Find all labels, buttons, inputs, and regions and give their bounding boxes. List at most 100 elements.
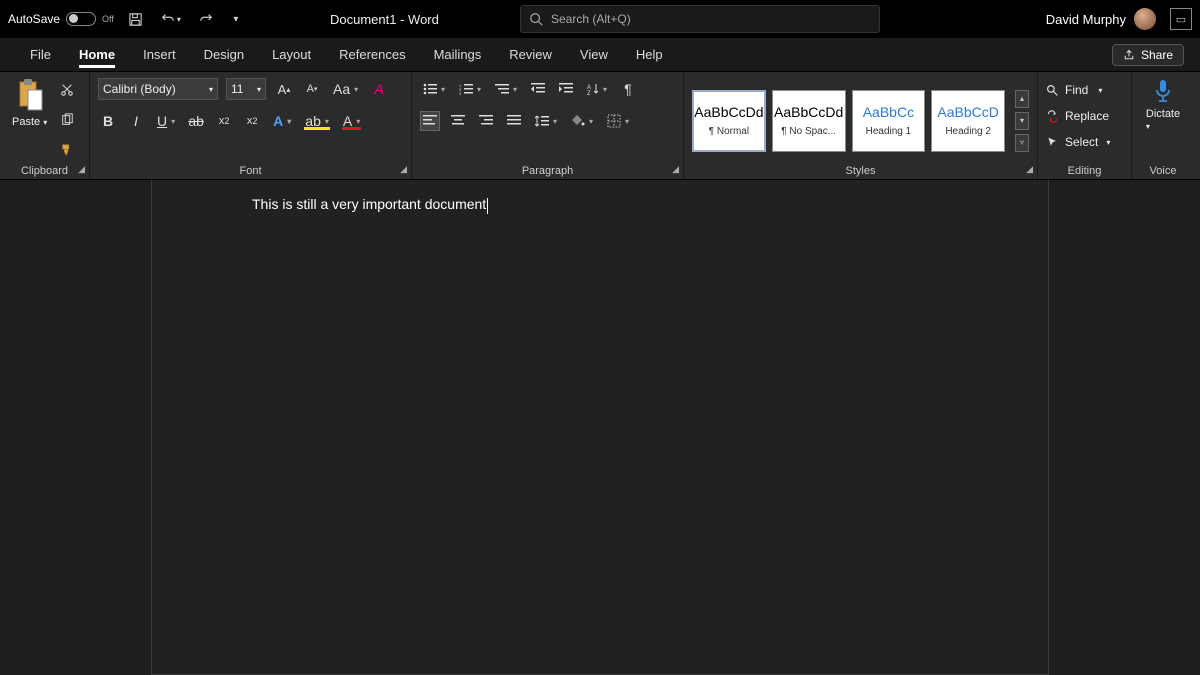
strikethrough-button[interactable]: ab — [186, 111, 206, 131]
ribbon: Paste ▾ Clipboard ◢ Calibri (Body)▾ 11▾ … — [0, 72, 1200, 180]
grow-font-button[interactable]: A▴ — [274, 79, 294, 99]
show-marks-button[interactable]: ¶ — [618, 79, 638, 99]
select-button[interactable]: Select▾ — [1046, 132, 1110, 152]
paste-button[interactable]: Paste ▾ — [8, 78, 51, 128]
tab-layout[interactable]: Layout — [258, 38, 325, 71]
borders-button[interactable] — [604, 111, 632, 131]
group-styles: AaBbCcDd ¶ Normal AaBbCcDd ¶ No Spac... … — [684, 72, 1038, 179]
font-launcher[interactable]: ◢ — [400, 164, 407, 175]
document-page[interactable]: This is still a very important document — [151, 180, 1049, 675]
autosave-state: Off — [102, 14, 114, 24]
customize-qat-button[interactable]: ▾ — [228, 11, 244, 27]
search-box[interactable]: Search (Alt+Q) — [520, 5, 880, 33]
underline-button[interactable]: U — [154, 111, 178, 131]
cut-button[interactable] — [57, 80, 77, 100]
justify-button[interactable] — [504, 111, 524, 131]
numbering-button[interactable]: 123 — [456, 79, 484, 99]
document-title: Document1 - Word — [330, 12, 439, 27]
increase-indent-button[interactable] — [556, 79, 576, 99]
group-voice: Dictate▾ Voice — [1132, 72, 1194, 179]
font-size-combo[interactable]: 11▾ — [226, 78, 266, 100]
tab-insert[interactable]: Insert — [129, 38, 190, 71]
subscript-button[interactable]: x2 — [214, 111, 234, 131]
italic-button[interactable]: I — [126, 111, 146, 131]
tab-file[interactable]: File — [16, 38, 65, 71]
sort-button[interactable]: AZ — [584, 79, 610, 99]
group-clipboard: Paste ▾ Clipboard ◢ — [0, 72, 90, 179]
tab-home[interactable]: Home — [65, 38, 129, 71]
paste-icon — [16, 78, 44, 112]
group-paragraph: 123 AZ ¶ Paragraph ◢ — [412, 72, 684, 179]
replace-button[interactable]: Replace — [1046, 106, 1110, 126]
autosave-label: AutoSave — [8, 12, 60, 26]
group-font: Calibri (Body)▾ 11▾ A▴ A▾ Aa A B I U ab … — [90, 72, 412, 179]
style-no-spacing[interactable]: AaBbCcDd ¶ No Spac... — [772, 90, 846, 152]
redo-button[interactable] — [198, 11, 214, 27]
document-area: This is still a very important document — [0, 180, 1200, 675]
tab-design[interactable]: Design — [190, 38, 258, 71]
bullets-button[interactable] — [420, 79, 448, 99]
format-painter-button[interactable] — [57, 140, 77, 160]
replace-icon — [1046, 110, 1059, 123]
group-editing: Find▾ Replace Select▾ Editing — [1038, 72, 1132, 179]
autosave-toggle[interactable]: AutoSave Off — [8, 12, 114, 26]
highlight-color-button[interactable]: ab — [302, 111, 332, 131]
svg-text:Z: Z — [587, 91, 591, 95]
ribbon-tabs: File Home Insert Design Layout Reference… — [0, 38, 1200, 72]
font-family-combo[interactable]: Calibri (Body)▾ — [98, 78, 218, 100]
group-label-paragraph: Paragraph — [420, 163, 675, 177]
styles-scroll-down[interactable]: ▾ — [1015, 112, 1029, 130]
share-icon — [1123, 49, 1135, 61]
styles-gallery-scroll: ▴ ▾ ▿ — [1015, 90, 1029, 152]
cursor-icon — [1046, 136, 1059, 149]
group-label-clipboard: Clipboard — [8, 163, 81, 177]
tab-help[interactable]: Help — [622, 38, 677, 71]
share-button[interactable]: Share — [1112, 44, 1184, 66]
dictate-button[interactable]: Dictate▾ — [1142, 78, 1184, 132]
find-button[interactable]: Find▾ — [1046, 80, 1110, 100]
tab-review[interactable]: Review — [495, 38, 566, 71]
user-name: David Murphy — [1046, 12, 1126, 27]
paragraph-launcher[interactable]: ◢ — [672, 164, 679, 175]
svg-text:3: 3 — [459, 91, 462, 95]
change-case-button[interactable]: Aa — [330, 79, 361, 99]
style-heading-1[interactable]: AaBbCc Heading 1 — [852, 90, 926, 152]
copy-button[interactable] — [57, 110, 77, 130]
tab-references[interactable]: References — [325, 38, 419, 71]
decrease-indent-button[interactable] — [528, 79, 548, 99]
quick-access-toolbar: ▾ ▾ — [128, 9, 244, 29]
user-account[interactable]: David Murphy — [1046, 8, 1156, 30]
text-cursor — [487, 198, 488, 214]
line-spacing-button[interactable] — [532, 111, 560, 131]
align-right-button[interactable] — [476, 111, 496, 131]
group-label-styles: Styles — [692, 163, 1029, 177]
tab-view[interactable]: View — [566, 38, 622, 71]
search-icon — [529, 12, 543, 26]
clear-formatting-button[interactable]: A — [369, 79, 389, 99]
styles-expand[interactable]: ▿ — [1015, 134, 1029, 152]
align-center-button[interactable] — [448, 111, 468, 131]
font-color-button[interactable]: A — [340, 111, 363, 131]
styles-launcher[interactable]: ◢ — [1026, 164, 1033, 175]
ribbon-display-options[interactable]: ▭ — [1170, 8, 1192, 30]
styles-scroll-up[interactable]: ▴ — [1015, 90, 1029, 108]
align-left-button[interactable] — [420, 111, 440, 131]
microphone-icon — [1152, 78, 1174, 104]
save-icon[interactable] — [128, 11, 144, 27]
superscript-button[interactable]: x2 — [242, 111, 262, 131]
toggle-switch[interactable] — [66, 12, 96, 26]
shrink-font-button[interactable]: A▾ — [302, 79, 322, 99]
style-normal[interactable]: AaBbCcDd ¶ Normal — [692, 90, 766, 152]
search-icon — [1046, 84, 1059, 97]
tab-mailings[interactable]: Mailings — [420, 38, 496, 71]
group-label-font: Font — [98, 163, 403, 177]
group-label-editing: Editing — [1046, 163, 1123, 177]
clipboard-launcher[interactable]: ◢ — [78, 164, 85, 175]
title-bar: AutoSave Off ▾ ▾ Document1 - Word Search… — [0, 0, 1200, 38]
undo-button[interactable]: ▾ — [158, 9, 184, 29]
shading-button[interactable] — [568, 111, 596, 131]
bold-button[interactable]: B — [98, 111, 118, 131]
multilevel-list-button[interactable] — [492, 79, 520, 99]
style-heading-2[interactable]: AaBbCcD Heading 2 — [931, 90, 1005, 152]
text-effects-button[interactable]: A — [270, 111, 294, 131]
